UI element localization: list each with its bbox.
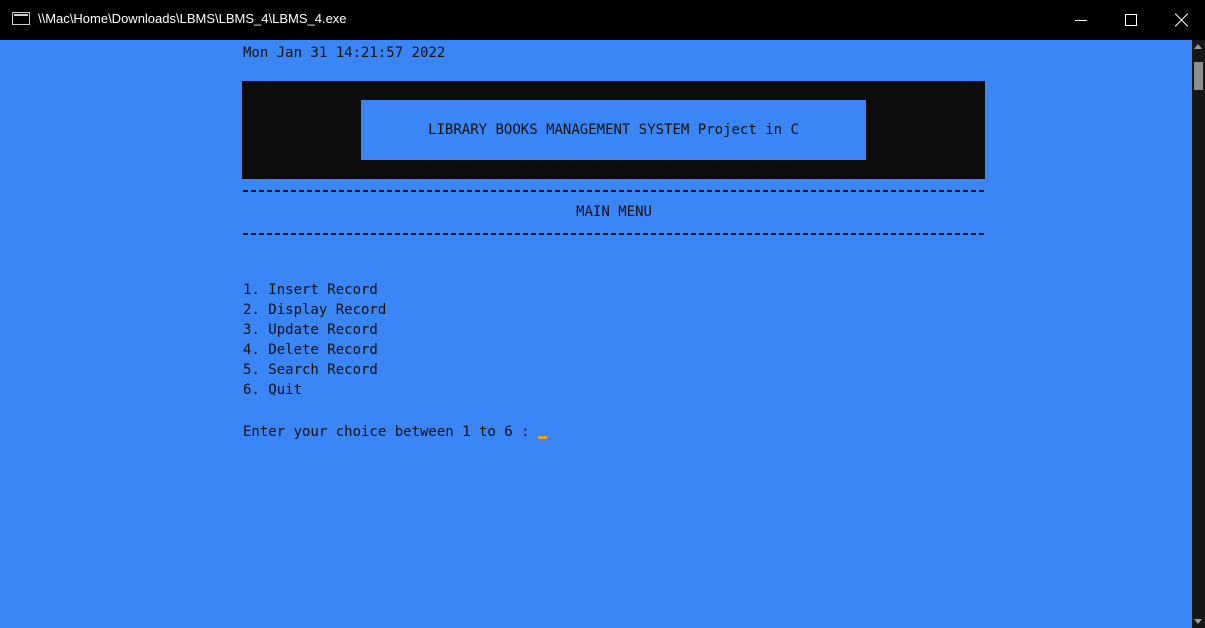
maximize-button[interactable] xyxy=(1108,0,1154,40)
menu-item-update-record: 3. Update Record xyxy=(243,322,378,338)
minimize-icon xyxy=(1075,20,1087,21)
text-cursor xyxy=(538,436,548,439)
vertical-scrollbar[interactable] xyxy=(1192,40,1205,628)
timestamp: Mon Jan 31 14:21:57 2022 xyxy=(243,45,446,61)
menu-item-delete-record: 4. Delete Record xyxy=(243,342,378,358)
title-banner: LIBRARY BOOKS MANAGEMENT SYSTEM Project … xyxy=(242,81,985,179)
maximize-icon xyxy=(1125,14,1137,26)
divider-top xyxy=(243,190,985,192)
menu-title: MAIN MENU xyxy=(576,204,652,220)
close-icon xyxy=(1174,12,1190,28)
console-window: \\Mac\Home\Downloads\LBMS\LBMS_4\LBMS_4.… xyxy=(0,0,1205,628)
close-button[interactable] xyxy=(1160,0,1205,40)
menu-item-insert-record: 1. Insert Record xyxy=(243,282,378,298)
banner-title: LIBRARY BOOKS MANAGEMENT SYSTEM Project … xyxy=(361,100,866,160)
menu-item-search-record: 5. Search Record xyxy=(243,362,378,378)
scroll-down-icon[interactable] xyxy=(1194,619,1202,624)
menu-list: 1. Insert Record 2. Display Record 3. Up… xyxy=(243,280,386,400)
console-app-icon[interactable] xyxy=(12,12,30,25)
console-output[interactable]: Mon Jan 31 14:21:57 2022 LIBRARY BOOKS M… xyxy=(0,40,1192,628)
choice-prompt[interactable]: Enter your choice between 1 to 6 : xyxy=(243,422,548,442)
scroll-thumb[interactable] xyxy=(1194,62,1203,90)
minimize-button[interactable] xyxy=(1058,0,1104,40)
prompt-text: Enter your choice between 1 to 6 : xyxy=(243,424,539,440)
window-title: \\Mac\Home\Downloads\LBMS\LBMS_4\LBMS_4.… xyxy=(38,11,347,26)
menu-item-display-record: 2. Display Record xyxy=(243,302,387,318)
title-bar[interactable]: \\Mac\Home\Downloads\LBMS\LBMS_4\LBMS_4.… xyxy=(0,0,1205,40)
scroll-up-icon[interactable] xyxy=(1194,44,1202,49)
divider-bottom xyxy=(243,233,985,235)
menu-item-quit: 6. Quit xyxy=(243,382,303,398)
